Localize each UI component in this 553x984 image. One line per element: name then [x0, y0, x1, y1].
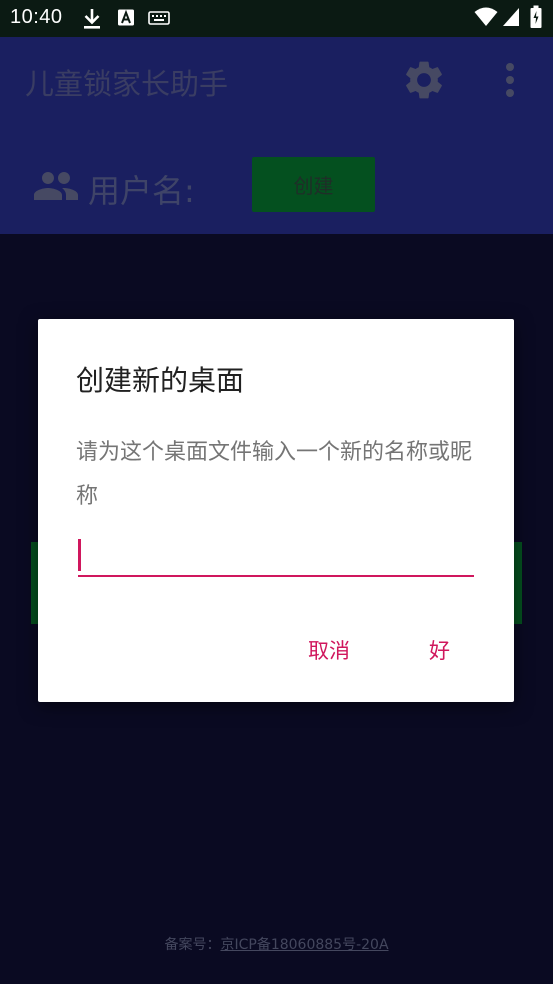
name-input[interactable]	[78, 535, 474, 577]
wifi-icon	[474, 7, 498, 26]
signal-icon	[503, 8, 519, 26]
username-label: 用户名:	[88, 172, 195, 210]
ok-button[interactable]: 好	[429, 635, 450, 665]
footer: 备案号：京ICP备18060885号-20A	[0, 934, 553, 954]
keyboard-icon	[148, 11, 170, 25]
battery-icon	[530, 5, 542, 28]
text-cursor	[78, 539, 81, 571]
dialog-title: 创建新的桌面	[76, 364, 245, 397]
dialog-message: 请为这个桌面文件输入一个新的名称或昵称	[76, 440, 473, 509]
status-bar: 10:40	[0, 0, 553, 37]
settings-icon[interactable]	[401, 57, 447, 103]
font-a-icon	[118, 9, 134, 26]
screen: 10:40 儿童锁家长助手 用户名: 创建 备案号：京ICP备18060885号…	[0, 0, 553, 984]
cancel-button[interactable]: 取消	[308, 635, 350, 665]
people-icon	[34, 172, 78, 200]
create-button[interactable]: 创建	[252, 157, 375, 212]
app-title: 儿童锁家长助手	[25, 67, 229, 101]
footer-prefix: 备案号：	[164, 937, 221, 953]
create-desktop-dialog: 创建新的桌面 请为这个桌面文件输入一个新的名称或昵称 取消 好	[38, 319, 514, 702]
overflow-menu-icon[interactable]	[500, 61, 520, 99]
icp-link[interactable]: 京ICP备18060885号-20A	[220, 937, 388, 953]
status-time: 10:40	[10, 6, 63, 28]
download-icon	[84, 9, 100, 29]
